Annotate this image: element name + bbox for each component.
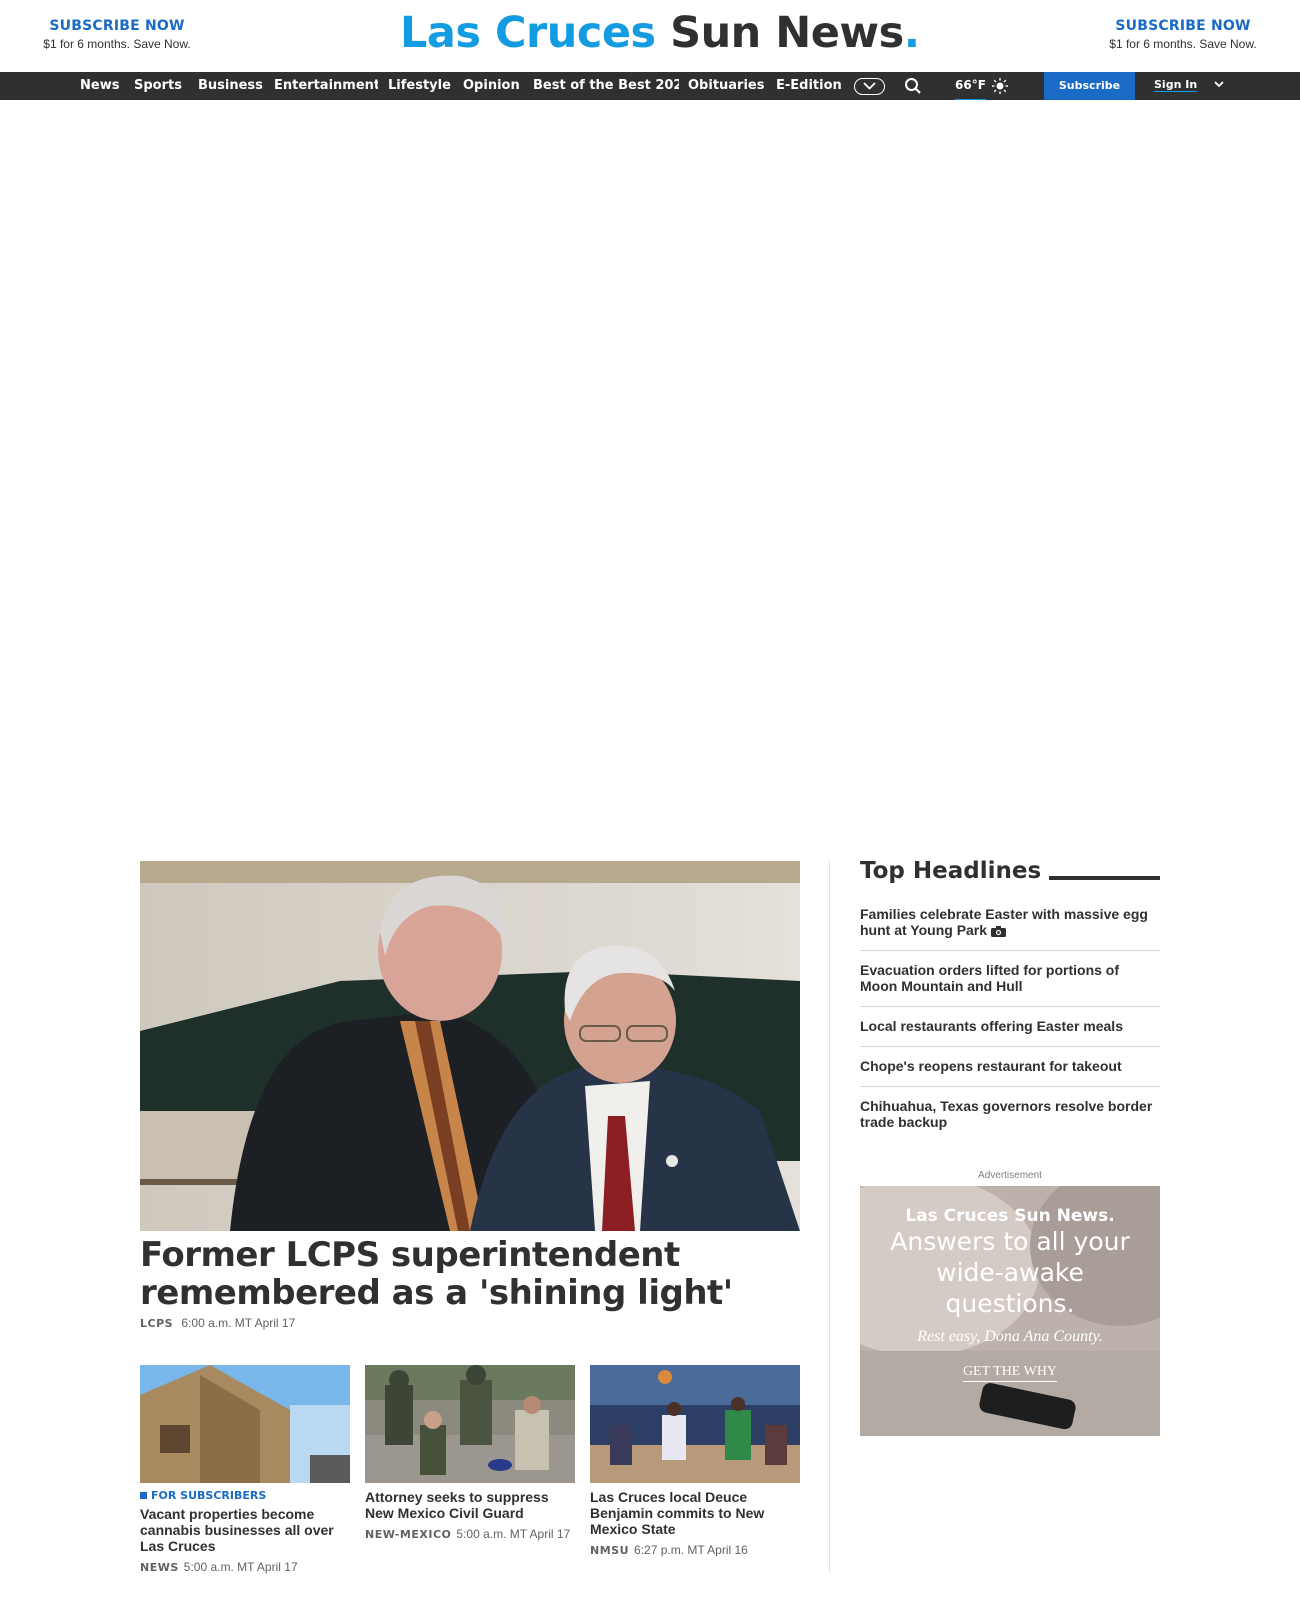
ad-cta-label: GET THE WHY	[962, 1364, 1058, 1382]
hero-meta: LCPS 6:00 a.m. MT April 17	[140, 1316, 295, 1330]
headline-text[interactable]: Chope's reopens restaurant for takeout	[860, 1058, 1122, 1074]
nav-item-opinion[interactable]: Opinion	[463, 72, 521, 100]
headline-item[interactable]: Chope's reopens restaurant for takeout	[860, 1055, 1160, 1087]
story-meta: NEWS 5:00 a.m. MT April 17	[140, 1560, 350, 1574]
chevron-down-icon	[863, 82, 876, 90]
promo-subtitle: $1 for 6 months. Save Now.	[43, 37, 191, 51]
nav-more-button[interactable]	[854, 78, 885, 95]
hero-timestamp: 6:00 a.m. MT April 17	[181, 1316, 296, 1330]
nav-item-news[interactable]: News	[80, 72, 120, 100]
nav-item-business[interactable]: Business	[198, 72, 264, 100]
story-headline[interactable]: Vacant properties become cannabis busine…	[140, 1506, 350, 1554]
story-section-tag[interactable]: NMSU	[590, 1544, 629, 1557]
story-photo	[365, 1365, 575, 1483]
hero-photo	[140, 861, 800, 1231]
nav-item-lifestyle[interactable]: Lifestyle	[388, 72, 454, 100]
column-divider	[829, 861, 830, 1573]
story-photo	[590, 1365, 800, 1483]
logo-part-sun-news: Sun News	[670, 8, 904, 58]
top-headlines-title: Top Headlines	[860, 858, 1050, 884]
subscriber-badge-icon	[140, 1492, 147, 1499]
headline-item[interactable]: Evacuation orders lifted for portions of…	[860, 959, 1160, 1007]
sign-in-button[interactable]: Sign In	[1154, 72, 1224, 100]
nav-item-best-of-the-best[interactable]: Best of the Best 2021	[533, 72, 679, 100]
story-timestamp: 5:00 a.m. MT April 17	[456, 1527, 571, 1541]
story-timestamp: 6:27 p.m. MT April 16	[634, 1543, 748, 1557]
subscribe-button[interactable]: Subscribe	[1044, 72, 1135, 100]
headline-text[interactable]: Chihuahua, Texas governors resolve borde…	[860, 1098, 1152, 1130]
story-thumbnail[interactable]	[140, 1365, 350, 1483]
story-thumbnail[interactable]	[365, 1365, 575, 1483]
weather-temperature[interactable]: 66°F	[955, 72, 986, 100]
story-section-tag[interactable]: NEWS	[140, 1561, 179, 1574]
chevron-down-icon	[1214, 81, 1224, 88]
headline-item[interactable]: Local restaurants offering Easter meals	[860, 1015, 1160, 1047]
hero-section-tag[interactable]: LCPS	[140, 1317, 173, 1330]
story-card[interactable]: Las Cruces local Deuce Benjamin commits …	[590, 1365, 800, 1557]
advertisement-banner[interactable]: Las Cruces Sun News. Answers to all your…	[860, 1186, 1160, 1436]
logo-dot: .	[903, 8, 920, 58]
headline-text[interactable]: Local restaurants offering Easter meals	[860, 1018, 1123, 1034]
ad-headline: Answers to all your wide-awake questions…	[890, 1227, 1130, 1318]
search-icon[interactable]	[904, 77, 922, 95]
main-nav: News Sports Business Entertainment Lifes…	[0, 72, 1300, 100]
story-headline[interactable]: Attorney seeks to suppress New Mexico Ci…	[365, 1489, 575, 1521]
ad-subline: Rest easy, Dona Ana County.	[917, 1328, 1103, 1345]
nav-item-entertainment[interactable]: Entertainment	[274, 72, 378, 100]
story-headline[interactable]: Las Cruces local Deuce Benjamin commits …	[590, 1489, 800, 1537]
sign-in-label: Sign In	[1154, 78, 1198, 92]
subscriber-badge-label: FOR SUBSCRIBERS	[151, 1489, 267, 1502]
logo-part-las-cruces: Las Cruces	[400, 8, 656, 58]
promo-subtitle: $1 for 6 months. Save Now.	[1109, 37, 1257, 51]
camera-icon	[991, 925, 1007, 937]
nav-item-e-edition[interactable]: E-Edition	[776, 72, 844, 100]
top-headlines-list: Families celebrate Easter with massive e…	[860, 903, 1160, 1150]
top-headlines-header: Top Headlines	[860, 858, 1160, 890]
story-card[interactable]: FOR SUBSCRIBERS Vacant properties become…	[140, 1365, 350, 1574]
story-meta: NEW-MEXICO 5:00 a.m. MT April 17	[365, 1527, 575, 1541]
ad-cta[interactable]: GET THE WHY	[860, 1362, 1160, 1382]
headline-text[interactable]: Evacuation orders lifted for portions of…	[860, 962, 1119, 994]
nav-item-sports[interactable]: Sports	[134, 72, 186, 100]
promo-title: SUBSCRIBE NOW	[49, 18, 185, 34]
story-card[interactable]: Attorney seeks to suppress New Mexico Ci…	[365, 1365, 575, 1541]
sun-icon[interactable]	[991, 77, 1009, 95]
story-thumbnail[interactable]	[590, 1365, 800, 1483]
promo-title: SUBSCRIBE NOW	[1115, 18, 1251, 34]
hero-image[interactable]	[140, 861, 800, 1231]
story-meta: NMSU 6:27 p.m. MT April 16	[590, 1543, 800, 1557]
site-logo[interactable]: Las Cruces Sun News.	[400, 8, 920, 58]
nav-item-obituaries[interactable]: Obituaries	[688, 72, 768, 100]
story-section-tag[interactable]: NEW-MEXICO	[365, 1528, 451, 1541]
masthead: SUBSCRIBE NOW $1 for 6 months. Save Now.…	[0, 0, 1300, 72]
headline-item[interactable]: Chihuahua, Texas governors resolve borde…	[860, 1095, 1160, 1142]
story-photo	[140, 1365, 350, 1483]
story-timestamp: 5:00 a.m. MT April 17	[183, 1560, 298, 1574]
advertisement-label: Advertisement	[978, 1170, 1042, 1181]
headline-item[interactable]: Families celebrate Easter with massive e…	[860, 903, 1160, 951]
subscriber-badge: FOR SUBSCRIBERS	[140, 1489, 350, 1502]
subscribe-promo-left[interactable]: SUBSCRIBE NOW $1 for 6 months. Save Now.	[7, 18, 227, 51]
subscribe-promo-right[interactable]: SUBSCRIBE NOW $1 for 6 months. Save Now.	[1073, 18, 1293, 51]
header-rule	[1036, 876, 1160, 880]
ad-brand: Las Cruces Sun News.	[905, 1206, 1115, 1226]
hero-headline[interactable]: Former LCPS superintendent remembered as…	[140, 1236, 800, 1312]
